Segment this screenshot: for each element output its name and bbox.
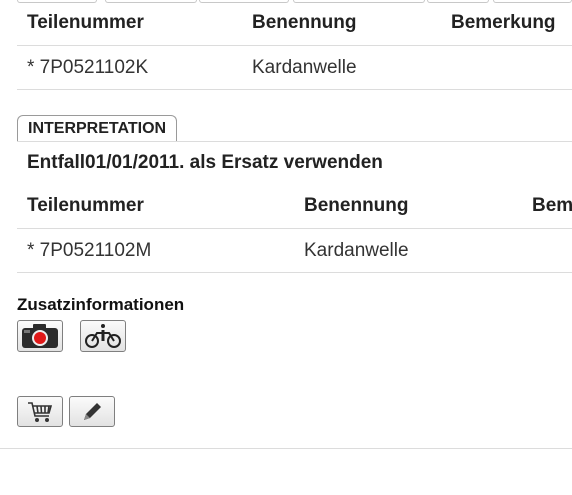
cart-icon [28,401,53,422]
pencil-icon [84,402,101,420]
add-to-cart-button[interactable] [17,396,63,427]
divider [17,141,572,142]
divider [0,448,572,449]
interpretation-text: Entfall01/01/2011. als Ersatz verwenden [27,152,383,173]
part-number-cell[interactable]: * 7P0521102M [17,228,294,273]
column-header: Benennung [242,1,441,46]
table-header-row: Teilenummer Benennung Bemerkung [17,184,572,229]
part-name-cell: Kardanwelle [242,45,441,90]
column-header: Bemerkung [441,1,572,46]
info-motorbike-icon [85,324,121,348]
interpretation-tab[interactable]: INTERPRETATION [17,115,178,142]
camera-icon [22,324,58,348]
column-header: Benennung [294,184,522,229]
column-header: Teilenummer [17,1,242,46]
table-row[interactable]: * 7P0521102M Kardanwelle [17,228,572,273]
part-name-cell: Kardanwelle [294,228,522,273]
part-number-cell[interactable]: * 7P0521102K [17,45,242,90]
table-row[interactable]: * 7P0521102K Kardanwelle [17,45,572,90]
additional-info-heading: Zusatzinformationen [17,295,185,314]
column-header: Teilenummer [17,184,294,229]
info-button[interactable] [80,320,126,352]
edit-button[interactable] [69,396,115,427]
remark-cell [522,228,572,273]
parts-table-2: Teilenummer Benennung Bemerkung * 7P0521… [17,184,572,273]
remark-cell [441,45,572,90]
camera-button[interactable] [17,320,63,352]
parts-table-1: Teilenummer Benennung Bemerkung * 7P0521… [17,1,572,90]
column-header: Bemerkung [522,184,572,229]
table-header-row: Teilenummer Benennung Bemerkung [17,1,572,46]
